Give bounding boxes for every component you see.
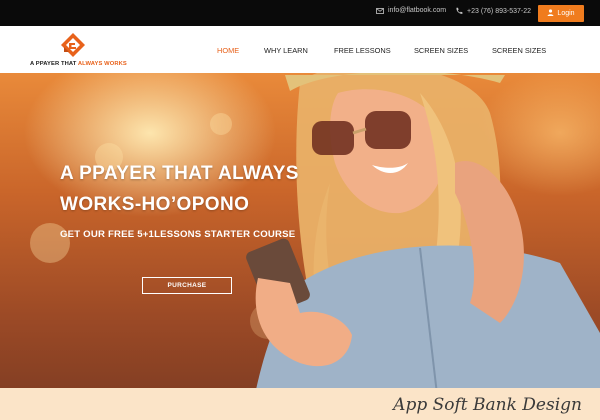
watermark-text: App Soft Bank Design bbox=[393, 395, 582, 415]
logo-text-main: A PPAYER THAT bbox=[30, 61, 78, 67]
login-button[interactable]: Login bbox=[538, 5, 584, 22]
main-navbar: A PPAYER THAT ALWAYS WORKS HOME WHY LEAR… bbox=[0, 26, 600, 73]
contact-phone[interactable]: +23 (76) 893-537-22 bbox=[455, 7, 531, 15]
logo-mark-icon bbox=[60, 32, 86, 64]
purchase-button[interactable]: PURCHASE bbox=[142, 277, 232, 294]
nav-screen-sizes-2[interactable]: SCREEN SIZES bbox=[492, 46, 546, 55]
site-logo[interactable]: A PPAYER THAT ALWAYS WORKS bbox=[30, 30, 140, 70]
logo-text: A PPAYER THAT ALWAYS WORKS bbox=[30, 61, 127, 67]
phone-icon bbox=[455, 7, 463, 15]
email-text: info@flatbook.com bbox=[388, 7, 447, 14]
hero-photo-woman bbox=[246, 73, 600, 420]
user-icon bbox=[547, 9, 554, 18]
contact-email[interactable]: info@flatbook.com bbox=[376, 7, 446, 14]
hero-subtitle: GET OUR FREE 5+1LESSONS STARTER COURSE bbox=[60, 229, 296, 240]
nav-home[interactable]: HOME bbox=[217, 46, 239, 55]
hero-title-line2: WORKS-HO’OPONO bbox=[60, 194, 250, 215]
nav-why-learn[interactable]: WHY LEARN bbox=[264, 46, 308, 55]
hero-banner: A PPAYER THAT ALWAYS WORKS-HO’OPONO GET … bbox=[0, 73, 600, 420]
nav-free-lessons[interactable]: FREE LESSONS bbox=[334, 46, 391, 55]
nav-screen-sizes[interactable]: SCREEN SIZES bbox=[414, 46, 468, 55]
hero-title-line1: A PPAYER THAT ALWAYS bbox=[60, 163, 299, 184]
phone-text: +23 (76) 893-537-22 bbox=[467, 7, 532, 15]
logo-text-highlight: ALWAYS WORKS bbox=[77, 61, 127, 67]
top-bar: info@flatbook.com +23 (76) 893-537-22 Lo… bbox=[0, 0, 600, 26]
login-label: Login bbox=[557, 10, 575, 17]
mail-icon bbox=[376, 7, 384, 14]
